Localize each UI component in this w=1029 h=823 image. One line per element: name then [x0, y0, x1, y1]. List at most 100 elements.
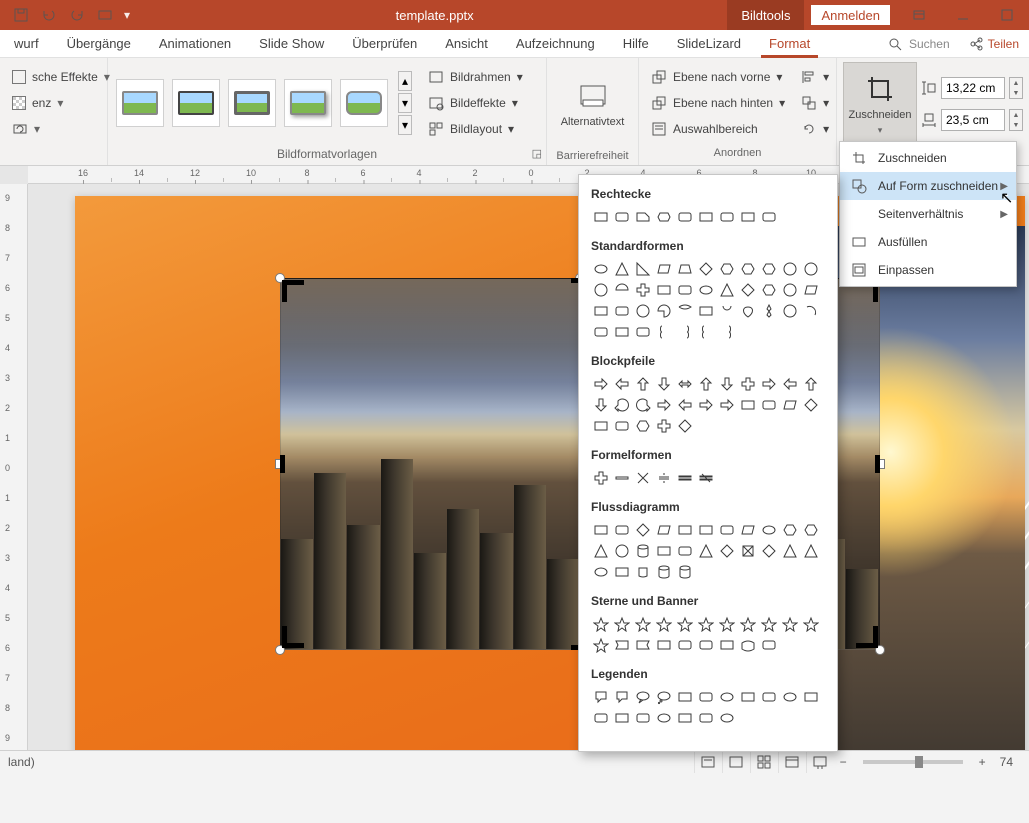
crop-menu-seitenverhaeltnis[interactable]: Seitenverhältnis ▶	[840, 200, 1016, 228]
shape-item[interactable]	[654, 635, 674, 655]
shape-item[interactable]	[612, 708, 632, 728]
shape-item[interactable]	[612, 541, 632, 561]
shape-item[interactable]	[801, 259, 821, 279]
shape-item[interactable]	[717, 395, 737, 415]
crop-handle-l[interactable]	[280, 455, 285, 473]
from-beginning-button[interactable]	[92, 1, 118, 29]
shape-item[interactable]	[738, 280, 758, 300]
shape-item[interactable]	[591, 301, 611, 321]
bildtools-tab[interactable]: Bildtools	[727, 0, 804, 30]
shape-item[interactable]	[654, 280, 674, 300]
shape-item[interactable]	[696, 301, 716, 321]
crop-handle-br[interactable]	[856, 626, 878, 648]
maximize-button[interactable]	[985, 0, 1029, 30]
shape-item[interactable]	[654, 687, 674, 707]
shape-item[interactable]	[633, 708, 653, 728]
picture-style-4[interactable]	[284, 79, 332, 127]
shape-item[interactable]	[633, 468, 653, 488]
bring-forward-button[interactable]: Ebene nach vorne▾	[645, 65, 791, 89]
shape-item[interactable]	[780, 687, 800, 707]
shape-item[interactable]	[675, 614, 695, 634]
shape-item[interactable]	[675, 468, 695, 488]
shape-item[interactable]	[654, 374, 674, 394]
shape-item[interactable]	[759, 541, 779, 561]
shape-item[interactable]	[675, 374, 695, 394]
shape-item[interactable]	[696, 708, 716, 728]
shape-item[interactable]	[738, 541, 758, 561]
reset-picture-button[interactable]: ▾	[6, 117, 46, 141]
shape-item[interactable]	[717, 207, 737, 227]
shape-item[interactable]	[717, 687, 737, 707]
shape-item[interactable]	[591, 207, 611, 227]
shape-item[interactable]	[612, 687, 632, 707]
crop-button[interactable]: Zuschneiden ▾	[843, 62, 917, 146]
styles-launcher[interactable]: ◲	[532, 147, 542, 160]
shape-item[interactable]	[801, 541, 821, 561]
shape-item[interactable]	[738, 614, 758, 634]
shape-item[interactable]	[591, 614, 611, 634]
shape-item[interactable]	[612, 280, 632, 300]
shape-item[interactable]	[717, 374, 737, 394]
alt-text-button[interactable]: Alternativtext	[558, 62, 628, 146]
shape-item[interactable]	[612, 301, 632, 321]
shape-item[interactable]	[633, 520, 653, 540]
shape-item[interactable]	[717, 259, 737, 279]
shape-item[interactable]	[675, 301, 695, 321]
shape-item[interactable]	[759, 395, 779, 415]
shape-item[interactable]	[696, 541, 716, 561]
shape-item[interactable]	[738, 635, 758, 655]
shape-item[interactable]	[633, 614, 653, 634]
shape-item[interactable]	[759, 520, 779, 540]
shape-item[interactable]	[633, 635, 653, 655]
rotate-button[interactable]: ▾	[797, 117, 833, 141]
shape-item[interactable]	[654, 322, 674, 342]
crop-handle-r[interactable]	[875, 455, 880, 473]
styles-more[interactable]: ▾	[398, 115, 412, 135]
crop-menu-ausfuellen[interactable]: Ausfüllen	[840, 228, 1016, 256]
picture-style-3[interactable]	[228, 79, 276, 127]
shape-item[interactable]	[780, 280, 800, 300]
shape-item[interactable]	[696, 468, 716, 488]
shape-item[interactable]	[675, 708, 695, 728]
shape-item[interactable]	[696, 687, 716, 707]
shape-item[interactable]	[780, 541, 800, 561]
shape-item[interactable]	[654, 416, 674, 436]
shape-item[interactable]	[696, 374, 716, 394]
share-button[interactable]: Teilen	[958, 30, 1029, 57]
shape-item[interactable]	[759, 635, 779, 655]
tell-me-search[interactable]: Suchen	[879, 30, 958, 57]
picture-border-button[interactable]: Bildrahmen▾	[422, 65, 529, 89]
shape-item[interactable]	[633, 322, 653, 342]
anmelden-button[interactable]: Anmelden	[810, 4, 891, 26]
shape-item[interactable]	[654, 708, 674, 728]
picture-layout-button[interactable]: Bildlayout▾	[422, 117, 529, 141]
crop-handle-tl[interactable]	[282, 280, 304, 302]
shape-item[interactable]	[780, 374, 800, 394]
shape-item[interactable]	[633, 280, 653, 300]
shape-item[interactable]	[612, 635, 632, 655]
shape-item[interactable]	[801, 280, 821, 300]
shape-item[interactable]	[801, 301, 821, 321]
shape-item[interactable]	[591, 635, 611, 655]
shape-item[interactable]	[591, 520, 611, 540]
shape-item[interactable]	[675, 395, 695, 415]
shape-item[interactable]	[780, 259, 800, 279]
zoom-slider[interactable]	[863, 760, 963, 764]
shape-item[interactable]	[759, 614, 779, 634]
shape-item[interactable]	[612, 322, 632, 342]
shape-item[interactable]	[738, 520, 758, 540]
shape-item[interactable]	[612, 614, 632, 634]
shape-item[interactable]	[591, 708, 611, 728]
shape-item[interactable]	[717, 708, 737, 728]
group-button[interactable]: ▾	[797, 91, 833, 115]
shape-item[interactable]	[717, 280, 737, 300]
shape-item[interactable]	[738, 687, 758, 707]
shape-item[interactable]	[675, 280, 695, 300]
shape-item[interactable]	[612, 416, 632, 436]
shape-item[interactable]	[675, 207, 695, 227]
shape-item[interactable]	[780, 301, 800, 321]
shape-item[interactable]	[633, 416, 653, 436]
picture-style-1[interactable]	[116, 79, 164, 127]
tab-animationen[interactable]: Animationen	[145, 30, 245, 57]
transparency-button[interactable]: enz▾	[6, 91, 69, 115]
